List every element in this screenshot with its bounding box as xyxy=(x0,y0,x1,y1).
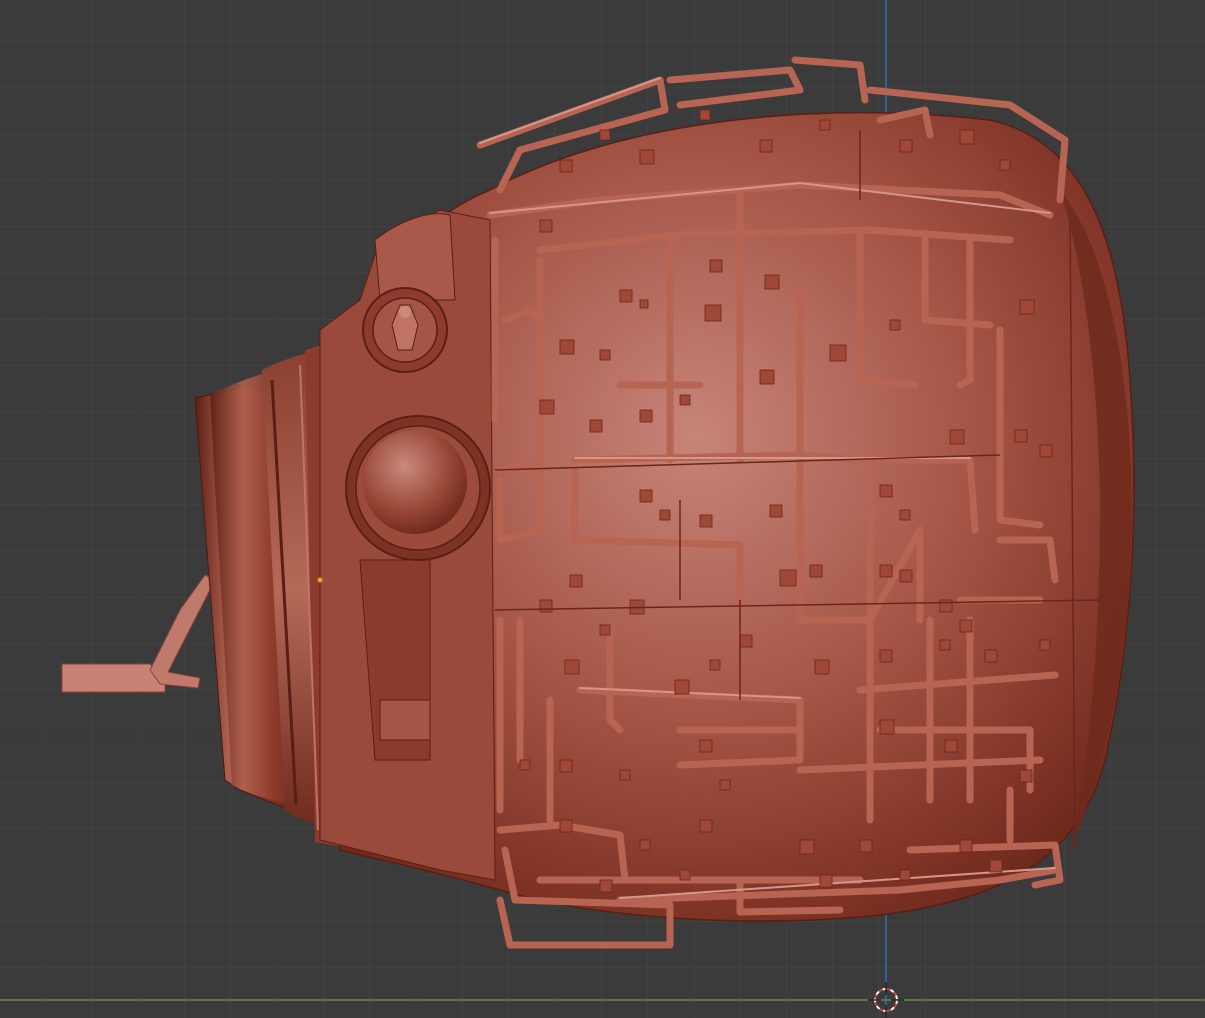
knob[interactable] xyxy=(362,287,448,373)
3d-viewport[interactable] xyxy=(0,0,1205,1018)
object-origin-icon[interactable] xyxy=(317,577,323,583)
viewport-canvas[interactable] xyxy=(0,0,1205,1018)
dome-button[interactable] xyxy=(345,415,491,561)
